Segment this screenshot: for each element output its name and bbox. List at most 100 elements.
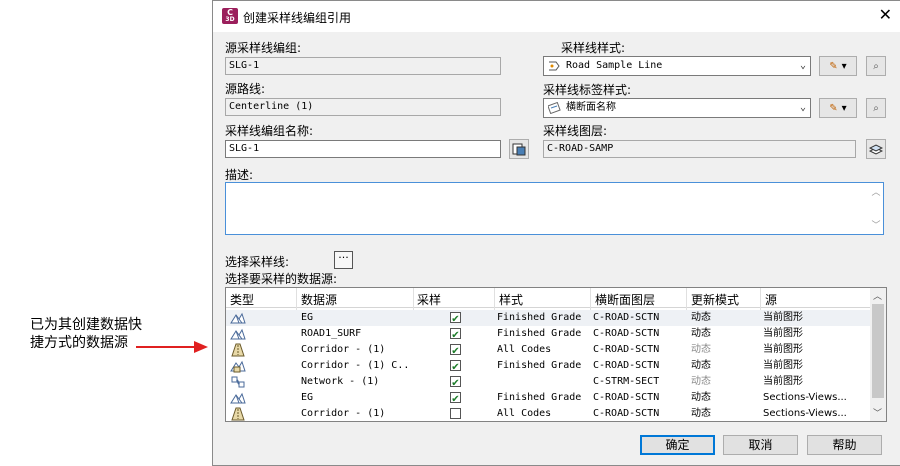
pick-icon: ⌕ — [873, 102, 879, 114]
col-header-source[interactable]: 源 — [765, 291, 777, 308]
source-name-cell: Corridor - (1) — [301, 408, 386, 419]
description-scrollbar[interactable]: ︿ ﹀ — [869, 183, 883, 234]
sample-checkbox-checked[interactable]: ✔ — [450, 360, 461, 371]
corridor-icon — [230, 407, 246, 421]
edit-style-icon: ✎ — [829, 60, 838, 72]
style-pick-button[interactable]: ⌕ — [866, 56, 886, 76]
help-button[interactable]: 帮助 — [807, 435, 882, 455]
update-mode-cell[interactable]: 动态 — [691, 343, 711, 357]
update-mode-cell[interactable]: 动态 — [691, 375, 711, 389]
section-layer-cell[interactable]: C-STRM-SECT — [593, 375, 659, 389]
name-template-icon — [512, 143, 526, 156]
sample-line-style-combo[interactable]: Road Sample Line ⌄ — [543, 56, 811, 76]
source-alignment-label: 源路线: — [225, 82, 266, 96]
table-row[interactable]: Corridor - (1) All Codes C-ROAD-SCTN 动态 Sect… — [226, 406, 871, 421]
label-style-value: 横断面名称 — [566, 102, 616, 113]
col-header-source-name[interactable]: 数据源 — [301, 291, 337, 308]
col-header-sample[interactable]: 采样 — [417, 291, 441, 308]
source-name-cell: ROAD1_SURF — [301, 328, 362, 339]
select-lines-button[interactable]: ··· — [334, 251, 353, 269]
table-row[interactable]: Corridor - (1) ✔ All Codes C-ROAD-SCTN 动态 当前图… — [226, 342, 871, 358]
table-row[interactable]: Corridor - (1) C... ✔ Finished Grade C-ROAD… — [226, 358, 871, 374]
edit-style-icon: ✎ — [829, 102, 838, 114]
layer-label: 采样线图层: — [543, 124, 608, 138]
col-header-section-layer[interactable]: 横断面图层 — [595, 291, 655, 308]
dialog-window: C 3D 创建采样线编组引用 ✕ 源采样线编组: SLG-1 源路线: Cente… — [212, 0, 900, 466]
style-cell[interactable]: Finished Grade — [497, 311, 581, 325]
source-cell: Sections-Views... — [763, 408, 847, 419]
update-mode-cell[interactable]: 动态 — [691, 391, 711, 405]
sample-checkbox-unchecked[interactable] — [450, 408, 461, 419]
table-header: 类型 数据源 采样 样式 横断面图层 更新模式 源 — [226, 288, 871, 308]
update-mode-cell[interactable]: 动态 — [691, 359, 711, 373]
sample-checkbox-checked[interactable]: ✔ — [450, 376, 461, 387]
sample-checkbox-checked[interactable]: ✔ — [450, 392, 461, 403]
source-cell: 当前图形 — [763, 328, 803, 339]
label-style-combo[interactable]: 横断面名称 ⌄ — [543, 98, 811, 118]
table-vertical-scrollbar[interactable]: ︿ ﹀ — [870, 288, 886, 421]
source-name-cell: Corridor - (1) — [301, 344, 386, 355]
label-style-label: 采样线标签样式: — [543, 83, 632, 97]
sample-checkbox-checked[interactable]: ✔ — [450, 344, 461, 355]
group-name-input[interactable]: SLG-1 — [225, 140, 501, 158]
dropdown-arrow-icon: ▾ — [841, 60, 847, 72]
col-header-style[interactable]: 样式 — [499, 291, 523, 308]
sample-checkbox-checked[interactable]: ✔ — [450, 328, 461, 339]
scroll-up-icon[interactable]: ︿ — [873, 289, 882, 302]
update-mode-cell[interactable]: 动态 — [691, 327, 711, 341]
style-edit-dropdown-button[interactable]: ✎ ▾ — [819, 56, 857, 76]
table-row[interactable]: ROAD1_SURF ✔ Finished Grade C-ROAD-SCTN 动态 当前… — [226, 326, 871, 342]
label-style-edit-dropdown-button[interactable]: ✎ ▾ — [819, 98, 857, 118]
source-group-label: 源采样线编组: — [225, 41, 302, 55]
label-style-pick-button[interactable]: ⌕ — [866, 98, 886, 118]
source-name-cell: EG — [301, 312, 314, 323]
style-cell[interactable]: Finished Grade — [497, 391, 581, 405]
source-cell: 当前图形 — [763, 344, 803, 355]
annotation-arrow — [136, 341, 208, 353]
update-mode-cell[interactable]: 动态 — [691, 407, 711, 421]
dialog-title: 创建采样线编组引用 — [243, 11, 352, 25]
name-template-button[interactable] — [509, 139, 529, 159]
section-layer-cell[interactable]: C-ROAD-SCTN — [593, 343, 659, 357]
source-cell: 当前图形 — [763, 360, 803, 371]
chevron-down-icon: ⌄ — [799, 102, 806, 113]
layer-button[interactable] — [866, 139, 886, 159]
source-group-field: SLG-1 — [225, 57, 501, 75]
source-cell: Sections-Views... — [763, 392, 847, 403]
dropdown-arrow-icon: ▾ — [841, 102, 847, 114]
style-cell[interactable]: All Codes — [497, 343, 551, 357]
layers-icon — [869, 144, 883, 155]
source-alignment-field: Centerline (1) — [225, 98, 501, 116]
section-layer-cell[interactable]: C-ROAD-SCTN — [593, 327, 659, 341]
update-mode-cell[interactable]: 动态 — [691, 311, 711, 325]
data-sources-table: 类型 数据源 采样 样式 横断面图层 更新模式 源 EG ✔ Finished Gr… — [225, 287, 887, 422]
section-layer-cell[interactable]: C-ROAD-SCTN — [593, 359, 659, 373]
sample-checkbox-checked[interactable]: ✔ — [450, 312, 461, 323]
title-bar: C 3D 创建采样线编组引用 ✕ — [213, 1, 900, 32]
annotation-text: 已为其创建数据快捷方式的数据源 — [30, 317, 142, 351]
civil3d-app-icon: C 3D — [222, 8, 238, 24]
close-button[interactable]: ✕ — [879, 7, 892, 23]
section-layer-cell[interactable]: C-ROAD-SCTN — [593, 311, 659, 325]
style-cell[interactable]: All Codes — [497, 407, 551, 421]
table-row[interactable]: Network - (1) ✔ C-STRM-SECT 动态 当前图形 — [226, 374, 871, 390]
description-textarea[interactable]: ︿ ﹀ — [225, 182, 884, 235]
style-cell[interactable]: Finished Grade — [497, 327, 581, 341]
col-header-type[interactable]: 类型 — [230, 291, 254, 308]
ok-button[interactable]: 确定 — [640, 435, 715, 455]
group-name-label: 采样线编组名称: — [225, 124, 314, 138]
source-name-cell: EG — [301, 392, 314, 403]
table-row[interactable]: EG ✔ Finished Grade C-ROAD-SCTN 动态 Sections-V… — [226, 390, 871, 406]
cancel-button[interactable]: 取消 — [723, 435, 798, 455]
scroll-thumb[interactable] — [872, 304, 884, 398]
scroll-down-icon[interactable]: ﹀ — [873, 406, 882, 419]
style-cell[interactable]: Finished Grade — [497, 359, 581, 373]
source-name-cell: Corridor - (1) C... — [301, 360, 411, 371]
col-header-update-mode[interactable]: 更新模式 — [691, 291, 739, 308]
sample-line-style-label: 采样线样式: — [561, 41, 626, 55]
layer-field: C-ROAD-SAMP — [543, 140, 856, 158]
section-layer-cell[interactable]: C-ROAD-SCTN — [593, 391, 659, 405]
table-row[interactable]: EG ✔ Finished Grade C-ROAD-SCTN 动态 当前图形 — [226, 310, 871, 326]
sample-line-style-value: Road Sample Line — [566, 60, 663, 71]
section-layer-cell[interactable]: C-ROAD-SCTN — [593, 407, 659, 421]
